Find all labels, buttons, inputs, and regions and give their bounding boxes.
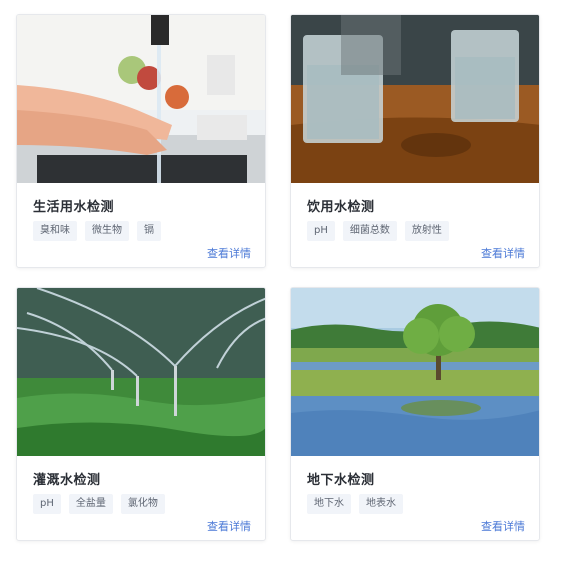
card-title: 生活用水检测 — [33, 200, 115, 215]
view-details-link[interactable]: 查看详情 — [481, 245, 525, 261]
tag[interactable]: 细菌总数 — [342, 221, 397, 241]
tag-list: pH 细菌总数 放射性 — [307, 221, 449, 241]
view-details-link[interactable]: 查看详情 — [481, 518, 525, 534]
tag[interactable]: 镉 — [137, 221, 161, 241]
view-details-link[interactable]: 查看详情 — [207, 245, 251, 261]
tag[interactable]: 放射性 — [404, 221, 449, 241]
card-groundwater[interactable]: 地下水检测 地下水 地表水 查看详情 — [290, 287, 540, 541]
tag[interactable]: pH — [33, 494, 61, 514]
card-title: 地下水检测 — [307, 473, 375, 488]
wetland-tree-photo — [291, 288, 539, 456]
card-drinking-water[interactable]: 饮用水检测 pH 细菌总数 放射性 查看详情 — [290, 14, 540, 268]
tag[interactable]: 全盐量 — [68, 494, 113, 514]
tag[interactable]: 地下水 — [307, 494, 351, 514]
card-domestic-water[interactable]: 生活用水检测 臭和味 微生物 镉 查看详情 — [16, 14, 266, 268]
tag[interactable]: 氯化物 — [120, 494, 165, 514]
view-details-link[interactable]: 查看详情 — [207, 518, 251, 534]
hand-washing-photo — [17, 15, 265, 183]
tag[interactable]: 臭和味 — [33, 221, 77, 241]
card-title: 饮用水检测 — [307, 200, 375, 215]
tag[interactable]: 微生物 — [85, 221, 129, 241]
tag-list: 臭和味 微生物 镉 — [33, 221, 161, 241]
card-title: 灌溉水检测 — [33, 473, 101, 488]
card-irrigation-water[interactable]: 灌溉水检测 pH 全盐量 氯化物 查看详情 — [16, 287, 266, 541]
irrigation-sprinkler-photo — [17, 288, 265, 456]
tag[interactable]: pH — [307, 221, 335, 241]
tag[interactable]: 地表水 — [359, 494, 403, 514]
water-glasses-photo — [291, 15, 539, 183]
tag-list: 地下水 地表水 — [307, 494, 403, 514]
tag-list: pH 全盐量 氯化物 — [33, 494, 165, 514]
